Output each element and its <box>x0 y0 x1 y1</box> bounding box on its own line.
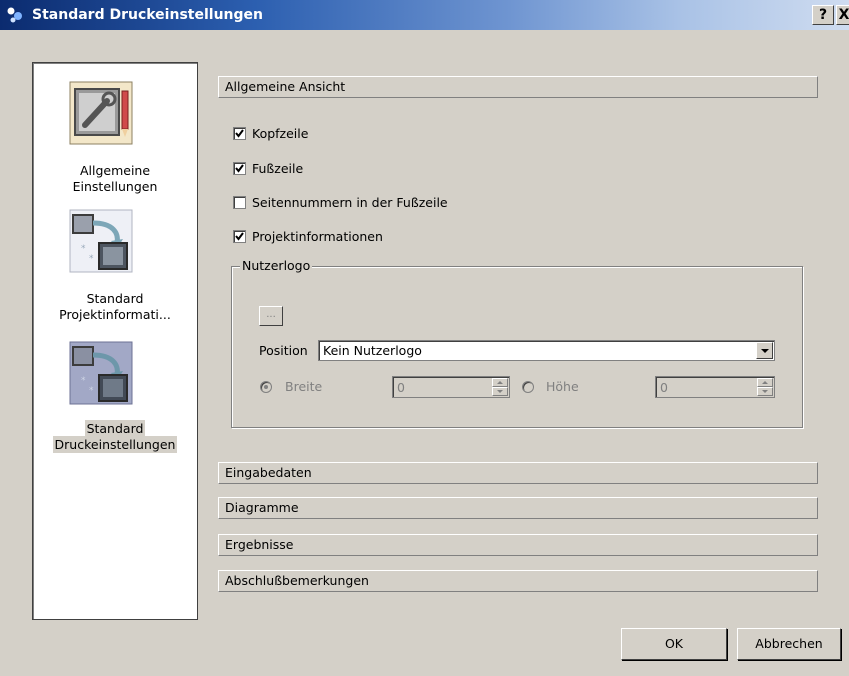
cancel-button[interactable]: Abbrechen <box>737 628 841 660</box>
width-radio[interactable] <box>260 381 272 393</box>
tools-icon <box>69 81 133 145</box>
title-bar: Standard Druckeinstellungen ? X <box>0 0 849 30</box>
nav-item-general-label: Allgemeine Einstellungen <box>72 163 158 194</box>
checkbox-label: Projektinformationen <box>252 229 383 244</box>
radio-dot <box>264 385 268 389</box>
ok-button[interactable]: OK <box>621 628 727 660</box>
checkbox-label: Fußzeile <box>252 161 304 176</box>
section-diagrams[interactable]: Diagramme <box>218 497 818 519</box>
checkbox-unchecked-icon <box>233 196 246 209</box>
nav-item-print-settings-label: Standard Druckeinstellungen <box>52 420 178 453</box>
nav-item-print-settings[interactable]: * * Standard Druckeinstellungen <box>33 339 197 469</box>
spin-up-icon[interactable] <box>492 378 508 387</box>
spin-up-icon[interactable] <box>757 378 773 387</box>
spin-buttons <box>492 378 508 396</box>
height-radio[interactable] <box>522 381 534 393</box>
help-button[interactable]: ? <box>812 5 834 25</box>
close-button[interactable]: X <box>836 5 849 25</box>
svg-text:*: * <box>89 254 94 264</box>
spin-down-icon[interactable] <box>492 387 508 396</box>
window-title: Standard Druckeinstellungen <box>32 7 263 23</box>
logo-group-label: Nutzerlogo <box>240 258 313 273</box>
nav-item-project-info[interactable]: * * Standard Projektinformati... <box>33 203 197 333</box>
height-value: 0 <box>660 380 668 395</box>
spin-down-icon[interactable] <box>757 387 773 396</box>
height-label: Höhe <box>546 379 579 394</box>
width-spinbox[interactable]: 0 <box>392 376 510 398</box>
svg-text:*: * <box>81 244 86 254</box>
spin-buttons <box>757 378 773 396</box>
browse-logo-button[interactable]: ... <box>259 306 283 326</box>
nav-item-general-settings[interactable]: Allgemeine Einstellungen <box>33 77 197 197</box>
width-label: Breite <box>285 379 323 394</box>
section-remarks[interactable]: Abschlußbemerkungen <box>218 570 818 592</box>
nav-item-project-info-label: Standard Projektinformati... <box>59 291 171 322</box>
checkbox-checked-icon <box>233 162 246 175</box>
svg-text:*: * <box>89 386 94 396</box>
position-select[interactable]: Kein Nutzerlogo <box>318 340 775 361</box>
app-icon <box>7 7 22 23</box>
checkbox-checked-icon <box>233 127 246 140</box>
chevron-down-icon[interactable] <box>756 342 773 359</box>
svg-text:*: * <box>81 376 86 386</box>
transfer-icon: * * <box>69 341 133 405</box>
checkbox-checked-icon <box>233 230 246 243</box>
section-results[interactable]: Ergebnisse <box>218 534 818 556</box>
checkbox-label: Seitennummern in der Fußzeile <box>252 195 448 210</box>
height-spinbox[interactable]: 0 <box>655 376 775 398</box>
transfer-icon: * * <box>69 209 133 273</box>
position-select-value: Kein Nutzerlogo <box>323 343 422 358</box>
section-input-data[interactable]: Eingabedaten <box>218 462 818 484</box>
position-label: Position <box>259 343 308 358</box>
checkbox-label: Kopfzeile <box>252 126 309 141</box>
nav-panel: Allgemeine Einstellungen * * Standard Pr… <box>32 62 198 620</box>
width-value: 0 <box>397 380 405 395</box>
section-general-view[interactable]: Allgemeine Ansicht <box>218 76 818 98</box>
